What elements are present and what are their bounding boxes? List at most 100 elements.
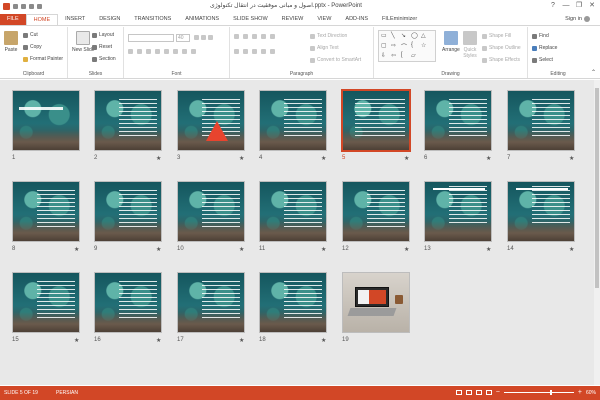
line-shape-icon[interactable]: ╲ — [391, 32, 395, 39]
font-size-box[interactable]: 40 — [176, 34, 190, 42]
parallelogram-shape-icon[interactable]: ▱ — [411, 52, 416, 59]
curve-shape-icon[interactable]: ⌒ — [401, 42, 407, 51]
slide-thumbnail[interactable] — [12, 181, 80, 242]
convert-smartart-button[interactable]: Convert to SmartArt — [310, 57, 361, 63]
slide-thumbnail-selected[interactable] — [341, 89, 411, 152]
collapse-ribbon-icon[interactable]: ⌃ — [591, 69, 596, 76]
slide-sorter-view-icon[interactable] — [465, 390, 472, 395]
restore-button[interactable]: ❐ — [573, 0, 585, 11]
down-arrow-shape-icon[interactable]: ⇩ — [381, 52, 386, 59]
animation-star-icon[interactable]: ★ — [156, 337, 161, 344]
arrow-shape-icon[interactable]: ↘ — [401, 32, 406, 39]
font-format-buttons[interactable] — [128, 49, 196, 54]
find-button[interactable]: Find — [532, 33, 549, 39]
select-button[interactable]: Select — [532, 57, 553, 63]
brace-shape-icon[interactable]: { — [411, 42, 413, 48]
grow-font-button[interactable] — [194, 35, 213, 40]
slide-thumbnail[interactable] — [424, 90, 492, 151]
animation-star-icon[interactable]: ★ — [569, 246, 574, 253]
text-direction-button[interactable]: Text Direction — [310, 33, 347, 39]
tab-slide-show[interactable]: SLIDE SHOW — [226, 14, 275, 25]
slide-thumbnail[interactable] — [177, 181, 245, 242]
undo-icon[interactable] — [21, 3, 26, 9]
animation-star-icon[interactable]: ★ — [569, 155, 574, 162]
tab-fileminimizer[interactable]: FILEminimizer — [375, 14, 424, 25]
animation-star-icon[interactable]: ★ — [486, 155, 491, 162]
tab-transitions[interactable]: TRANSITIONS — [127, 14, 178, 25]
slide-thumbnail[interactable] — [342, 181, 410, 242]
vertical-scrollbar[interactable] — [594, 80, 600, 385]
slide-thumbnail[interactable] — [94, 90, 162, 151]
slide-thumbnail[interactable] — [424, 181, 492, 242]
save-icon[interactable] — [13, 3, 18, 9]
list-buttons[interactable] — [234, 34, 275, 39]
animation-star-icon[interactable]: ★ — [239, 155, 244, 162]
zoom-out-icon[interactable]: − — [496, 389, 500, 396]
animation-star-icon[interactable]: ★ — [321, 337, 326, 344]
rounded-rect-shape-icon[interactable]: ▢ — [381, 42, 387, 49]
language-indicator[interactable]: PERSIAN — [56, 390, 78, 396]
shapes-gallery[interactable]: ▭ ╲ ↘ ◯ △ ▢ ⇨ ⌒ { ☆ ⇩ ⇦ [ ▱ — [378, 30, 436, 62]
tab-add-ins[interactable]: ADD-INS — [338, 14, 375, 25]
left-arrow-shape-icon[interactable]: ⇦ — [391, 52, 396, 59]
alignment-buttons[interactable] — [234, 49, 275, 54]
animation-star-icon[interactable]: ★ — [321, 246, 326, 253]
tab-insert[interactable]: INSERT — [58, 14, 92, 25]
powerpoint-app-icon[interactable] — [3, 2, 10, 10]
shape-fill-button[interactable]: Shape Fill — [482, 33, 511, 39]
animation-star-icon[interactable]: ★ — [404, 155, 409, 162]
quick-styles-button[interactable]: Quick Styles — [460, 31, 480, 59]
redo-icon[interactable] — [29, 3, 34, 9]
slide-thumbnail[interactable] — [259, 272, 327, 333]
slide-thumbnail[interactable] — [94, 181, 162, 242]
slide-thumbnail[interactable] — [259, 90, 327, 151]
reading-view-icon[interactable] — [475, 390, 482, 395]
right-arrow-shape-icon[interactable]: ⇨ — [391, 42, 396, 49]
animation-star-icon[interactable]: ★ — [404, 246, 409, 253]
format-painter-button[interactable]: Format Painter — [23, 56, 63, 62]
animation-star-icon[interactable]: ★ — [239, 246, 244, 253]
zoom-level[interactable]: 60% — [586, 390, 596, 396]
slide-thumbnail[interactable] — [507, 90, 575, 151]
rectangle-shape-icon[interactable]: ▭ — [381, 32, 387, 39]
slide-show-view-icon[interactable] — [485, 390, 492, 395]
slide-thumbnail[interactable] — [259, 181, 327, 242]
slide-thumbnail[interactable] — [12, 272, 80, 333]
animation-star-icon[interactable]: ★ — [74, 337, 79, 344]
reset-button[interactable]: Reset — [92, 44, 112, 50]
layout-button[interactable]: Layout — [92, 32, 114, 38]
zoom-slider[interactable] — [503, 390, 574, 395]
tab-design[interactable]: DESIGN — [92, 14, 127, 25]
tab-file[interactable]: FILE — [0, 14, 26, 25]
bracket-shape-icon[interactable]: [ — [401, 52, 403, 58]
slide-thumbnail[interactable] — [94, 272, 162, 333]
star-shape-icon[interactable]: ☆ — [421, 42, 426, 49]
start-slideshow-icon[interactable] — [37, 3, 42, 9]
slide-thumbnail[interactable] — [507, 181, 575, 242]
section-button[interactable]: Section — [92, 56, 116, 62]
zoom-slider-knob[interactable] — [549, 390, 552, 395]
help-button[interactable]: ? — [547, 0, 559, 11]
copy-button[interactable]: Copy — [23, 44, 42, 50]
animation-star-icon[interactable]: ★ — [321, 155, 326, 162]
tab-view[interactable]: VIEW — [310, 14, 338, 25]
scrollbar-thumb[interactable] — [595, 88, 599, 288]
triangle-shape-icon[interactable]: △ — [421, 32, 426, 39]
sign-in-link[interactable]: Sign in — [565, 14, 590, 25]
align-text-button[interactable]: Align Text — [310, 45, 339, 51]
minimize-button[interactable]: — — [560, 0, 572, 11]
slide-thumbnail[interactable] — [342, 272, 410, 333]
zoom-in-icon[interactable]: + — [578, 389, 582, 396]
tab-home[interactable]: HOME — [25, 14, 59, 25]
replace-button[interactable]: Replace — [532, 45, 557, 51]
animation-star-icon[interactable]: ★ — [74, 246, 79, 253]
close-button[interactable]: ✕ — [586, 0, 598, 11]
oval-shape-icon[interactable]: ◯ — [411, 32, 418, 39]
font-name-box[interactable] — [128, 34, 174, 42]
slide-thumbnail[interactable] — [177, 272, 245, 333]
shape-outline-button[interactable]: Shape Outline — [482, 45, 521, 51]
animation-star-icon[interactable]: ★ — [239, 337, 244, 344]
shape-effects-button[interactable]: Shape Effects — [482, 57, 520, 63]
animation-star-icon[interactable]: ★ — [156, 246, 161, 253]
tab-animations[interactable]: ANIMATIONS — [178, 14, 226, 25]
